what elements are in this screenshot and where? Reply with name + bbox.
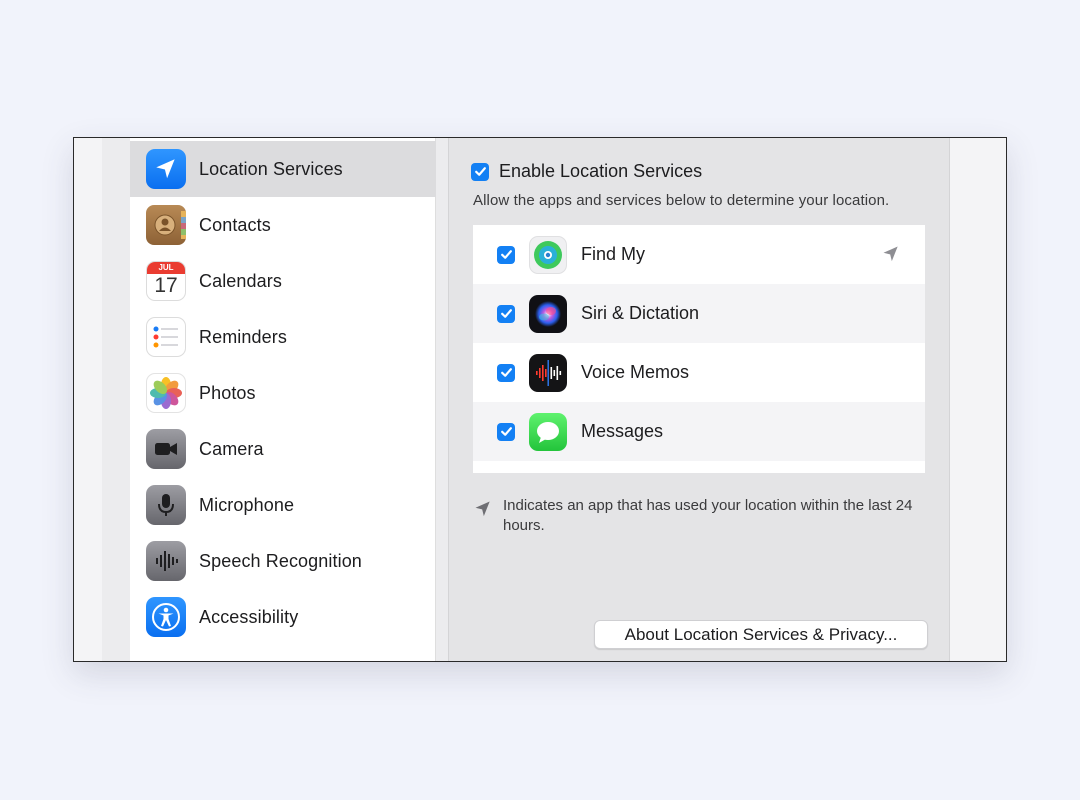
calendar-icon: JUL 17 <box>146 261 186 301</box>
sidebar-item-label: Calendars <box>199 270 282 291</box>
list-item-voice-memos: Voice Memos <box>473 343 925 402</box>
accessibility-icon <box>146 597 186 637</box>
calendar-day: 17 <box>154 274 178 297</box>
siri-icon <box>529 294 567 333</box>
voice-memos-icon <box>529 353 567 392</box>
sidebar-item-label: Location Services <box>199 158 343 179</box>
sidebar-item-photos[interactable]: Photos <box>130 365 436 421</box>
checkmark-icon <box>500 427 512 436</box>
sidebar-item-label: Microphone <box>199 494 295 515</box>
photos-icon <box>146 373 186 413</box>
sidebar-item-microphone[interactable]: Microphone <box>130 477 436 533</box>
calendar-month: JUL <box>147 262 185 274</box>
sidebar-item-label: Speech Recognition <box>199 550 362 571</box>
checkmark-icon <box>474 167 486 176</box>
sidebar-item-label: Contacts <box>199 214 271 235</box>
sidebar-item-reminders[interactable]: Reminders <box>130 309 436 365</box>
messages-icon <box>529 412 567 451</box>
siri-dictation-checkbox[interactable] <box>497 304 515 323</box>
reminders-icon <box>146 317 186 357</box>
location-services-panel: Enable Location Services Allow the apps … <box>448 138 950 661</box>
microphone-icon <box>146 485 186 525</box>
checkmark-icon <box>500 250 512 259</box>
sidebar-item-label: Reminders <box>199 326 287 347</box>
camera-icon <box>146 429 186 469</box>
sidebar: Location Services Contacts JUL 17 Calend… <box>130 138 436 661</box>
privacy-window: Location Services Contacts JUL 17 Calend… <box>73 137 1007 662</box>
window-right-margin <box>948 138 1006 661</box>
app-name: Siri & Dictation <box>581 303 700 323</box>
checkmark-icon <box>500 309 512 318</box>
enable-location-services-label: Enable Location Services <box>499 161 703 181</box>
find-my-icon <box>529 235 567 274</box>
contacts-icon <box>146 205 186 245</box>
sidebar-item-accessibility[interactable]: Accessibility <box>130 589 436 645</box>
location-arrow-icon <box>146 149 186 189</box>
location-services-description: Allow the apps and services below to det… <box>473 192 890 209</box>
recent-location-note: Indicates an app that has used your loca… <box>473 496 923 536</box>
waveform-icon <box>146 541 186 581</box>
window-left-margin <box>74 138 102 661</box>
location-arrow-legend-icon <box>473 499 493 536</box>
list-item-siri-dictation: Siri & Dictation <box>473 284 925 343</box>
voice-memos-checkbox[interactable] <box>497 363 515 382</box>
list-item-messages: Messages <box>473 402 925 461</box>
about-location-services-button[interactable]: About Location Services & Privacy... <box>594 620 928 649</box>
find-my-checkbox[interactable] <box>497 245 515 264</box>
sidebar-item-camera[interactable]: Camera <box>130 421 436 477</box>
app-name: Voice Memos <box>581 362 690 382</box>
sidebar-item-label: Photos <box>199 382 256 403</box>
sidebar-item-speech-recognition[interactable]: Speech Recognition <box>130 533 436 589</box>
app-name: Messages <box>581 421 664 441</box>
sidebar-item-contacts[interactable]: Contacts <box>130 197 436 253</box>
list-item-find-my: Find My <box>473 225 925 284</box>
enable-location-services-checkbox[interactable] <box>471 162 489 181</box>
recent-location-note-text: Indicates an app that has used your loca… <box>503 497 913 534</box>
app-name: Find My <box>581 244 646 264</box>
apps-list: Find My Siri & Dictation Voice Memos Mes… <box>473 225 925 473</box>
sidebar-item-calendars[interactable]: JUL 17 Calendars <box>130 253 436 309</box>
sidebar-item-label: Camera <box>199 438 264 459</box>
checkmark-icon <box>500 368 512 377</box>
recent-location-arrow-icon <box>881 244 901 269</box>
messages-checkbox[interactable] <box>497 422 515 441</box>
sidebar-item-label: Accessibility <box>199 606 299 627</box>
enable-location-services-row: Enable Location Services <box>471 161 702 182</box>
sidebar-item-location-services[interactable]: Location Services <box>130 141 436 197</box>
